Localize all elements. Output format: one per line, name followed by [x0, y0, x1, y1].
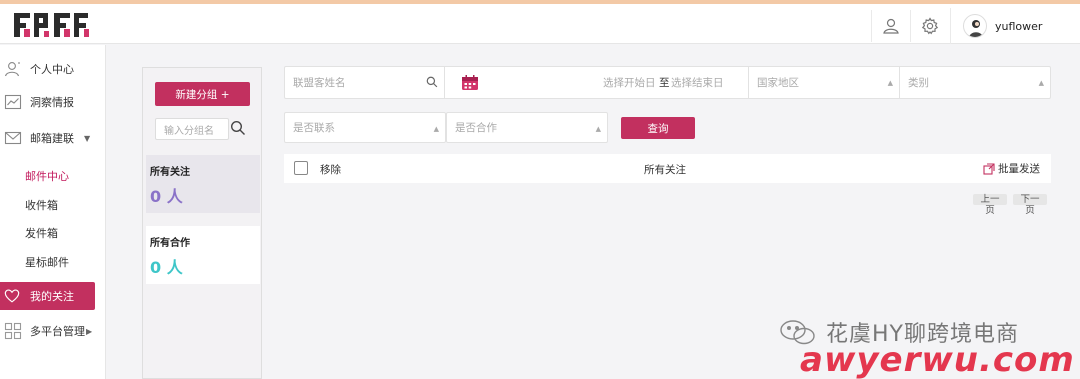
- category-select[interactable]: 类别 ▲: [900, 67, 1050, 98]
- date-range-picker[interactable]: 选择开始日 至 选择结束日: [445, 67, 749, 98]
- logo: [14, 13, 89, 37]
- chevron-down-icon: ▼: [84, 134, 91, 143]
- group-search-input[interactable]: 输入分组名: [155, 118, 229, 140]
- group-card-all-follows[interactable]: 所有关注 0 人: [146, 155, 260, 213]
- sidebar-item-profile[interactable]: 个人中心: [0, 56, 106, 82]
- sidebar-item-my-follows[interactable]: 我的关注: [0, 282, 95, 310]
- sidebar-item-label: 收件箱: [25, 199, 58, 212]
- group-card-all-cooperations[interactable]: 所有合作 0 人: [146, 226, 260, 284]
- chevron-right-icon: ▶: [86, 327, 93, 336]
- list-toolbar: 移除 所有关注 批量发送: [284, 154, 1051, 183]
- sidebar: 个人中心 洞察情报 邮箱建联 ▼ 邮件中心 收件箱 发件箱 星标邮件 我的关注 …: [0, 45, 106, 379]
- heart-icon: [4, 289, 20, 303]
- cooperated-select[interactable]: 是否合作 ▲: [446, 112, 608, 143]
- group-name: 所有关注: [150, 167, 190, 178]
- affiliate-name-input[interactable]: 联盟客姓名: [285, 67, 445, 98]
- watermark: 花虞HY聊跨境电商 awyerwu.com: [778, 316, 1078, 379]
- sidebar-item-label: 个人中心: [30, 63, 74, 76]
- prev-page-label-top: 上一: [973, 194, 1007, 205]
- username: yuflower: [995, 19, 1043, 33]
- group-name: 所有合作: [150, 238, 190, 249]
- contacted-select[interactable]: 是否联系 ▲: [284, 112, 446, 143]
- sidebar-item-label: 邮件中心: [25, 170, 69, 183]
- list-title: 所有关注: [644, 164, 686, 176]
- sidebar-item-label: 星标邮件: [25, 256, 69, 269]
- bulk-send-button[interactable]: 批量发送: [983, 161, 1040, 176]
- chart-icon: [4, 94, 22, 110]
- next-page-label-bottom: 页: [1025, 205, 1035, 216]
- search-icon[interactable]: [230, 120, 246, 136]
- start-date-field[interactable]: 选择开始日: [603, 75, 656, 90]
- sidebar-item-email-outreach[interactable]: 邮箱建联 ▼: [0, 125, 106, 151]
- sidebar-item-sent[interactable]: 发件箱: [0, 220, 106, 246]
- select-all-checkbox[interactable]: [294, 161, 308, 175]
- send-icon: [983, 162, 995, 175]
- sidebar-item-label: 多平台管理: [30, 325, 85, 338]
- prev-page-button[interactable]: 上一 页: [973, 194, 1007, 218]
- end-date-field[interactable]: 选择结束日: [671, 75, 724, 90]
- caret-up-icon: ▲: [1038, 79, 1044, 87]
- prev-page-label-bottom: 页: [985, 205, 995, 216]
- user-icon: [4, 62, 20, 77]
- settings-button[interactable]: [910, 10, 948, 42]
- search-icon: [426, 76, 438, 88]
- header: yuflower: [0, 4, 1080, 44]
- gear-icon: [921, 17, 938, 35]
- user-icon: [882, 18, 899, 34]
- region-placeholder: 国家地区: [757, 77, 799, 89]
- group-panel: 新建分组 + 输入分组名 所有关注 0 人 所有合作 0 人: [142, 67, 262, 379]
- group-count: 0 人: [150, 258, 183, 277]
- mail-icon: [4, 131, 22, 145]
- sidebar-item-label: 洞察情报: [30, 96, 74, 109]
- sidebar-item-multi-platform[interactable]: 多平台管理 ▶: [0, 318, 106, 344]
- affiliate-name-placeholder: 联盟客姓名: [293, 77, 346, 89]
- group-count: 0 人: [150, 187, 183, 206]
- sidebar-item-mail-center[interactable]: 邮件中心: [0, 163, 106, 189]
- watermark-url: awyerwu.com: [800, 340, 1075, 379]
- next-page-label-top: 下一: [1013, 194, 1047, 205]
- sidebar-item-label: 邮箱建联: [30, 132, 74, 145]
- contacted-placeholder: 是否联系: [293, 122, 335, 134]
- new-group-button[interactable]: 新建分组 +: [155, 82, 250, 106]
- sidebar-item-label: 发件箱: [25, 227, 58, 240]
- category-placeholder: 类别: [908, 77, 929, 89]
- caret-up-icon: ▲: [887, 79, 893, 87]
- bulk-send-label: 批量发送: [998, 163, 1040, 175]
- query-button[interactable]: 查询: [621, 117, 695, 139]
- user-menu[interactable]: yuflower: [950, 8, 1080, 44]
- sidebar-item-inbox[interactable]: 收件箱: [0, 192, 106, 218]
- avatar: [963, 14, 987, 38]
- grid-icon: [4, 322, 22, 340]
- cooperated-placeholder: 是否合作: [455, 122, 497, 134]
- filter-row: 联盟客姓名 选择开始日 至 选择结束日 国家地区 ▲ 类别 ▲: [284, 66, 1051, 99]
- sidebar-item-label: 我的关注: [30, 290, 74, 303]
- date-separator: 至: [659, 77, 670, 89]
- sidebar-item-insights[interactable]: 洞察情报: [0, 89, 106, 115]
- remove-button[interactable]: 移除: [320, 162, 341, 177]
- calendar-icon: [462, 75, 478, 90]
- caret-up-icon: ▲: [433, 125, 439, 133]
- caret-up-icon: ▲: [595, 125, 601, 133]
- profile-button[interactable]: [871, 10, 909, 42]
- region-select[interactable]: 国家地区 ▲: [749, 67, 900, 98]
- sidebar-item-starred[interactable]: 星标邮件: [0, 249, 106, 275]
- next-page-button[interactable]: 下一 页: [1013, 194, 1047, 218]
